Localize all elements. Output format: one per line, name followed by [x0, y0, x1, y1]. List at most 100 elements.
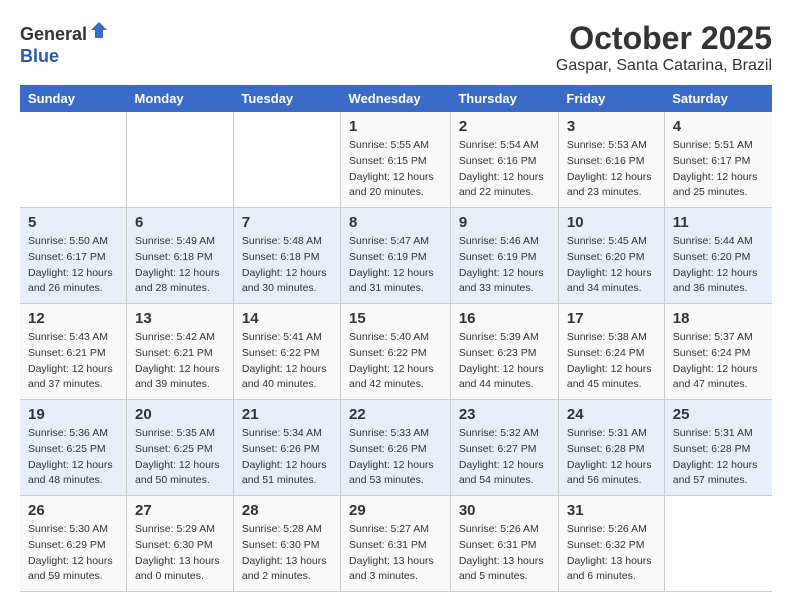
- logo-general: General: [20, 24, 87, 44]
- calendar-week-row: 1Sunrise: 5:55 AM Sunset: 6:15 PM Daylig…: [20, 112, 772, 208]
- day-number: 6: [135, 214, 225, 231]
- calendar-cell: 15Sunrise: 5:40 AM Sunset: 6:22 PM Dayli…: [341, 304, 451, 400]
- day-info: Sunrise: 5:53 AM Sunset: 6:16 PM Dayligh…: [567, 138, 656, 201]
- day-number: 16: [459, 310, 550, 327]
- day-info: Sunrise: 5:41 AM Sunset: 6:22 PM Dayligh…: [242, 330, 332, 393]
- day-info: Sunrise: 5:33 AM Sunset: 6:26 PM Dayligh…: [349, 426, 442, 489]
- day-number: 20: [135, 406, 225, 423]
- day-info: Sunrise: 5:27 AM Sunset: 6:31 PM Dayligh…: [349, 522, 442, 585]
- day-number: 31: [567, 502, 656, 519]
- day-info: Sunrise: 5:26 AM Sunset: 6:31 PM Dayligh…: [459, 522, 550, 585]
- calendar-cell: 26 Sunrise: 5:30 AM Sunset: 6:29 PM Dayli…: [20, 496, 127, 592]
- day-of-week-header: Wednesday: [341, 85, 451, 112]
- day-number: 13: [135, 310, 225, 327]
- day-info: Sunrise: 5:48 AM Sunset: 6:18 PM Dayligh…: [242, 234, 332, 297]
- day-number: 9: [459, 214, 550, 231]
- calendar-cell: 20 Sunrise: 5:35 AM Sunset: 6:25 PM Dayli…: [127, 400, 234, 496]
- day-info: Sunrise: 5:44 AM Sunset: 6:20 PM Dayligh…: [673, 234, 764, 297]
- day-number: 24: [567, 406, 656, 423]
- calendar-cell: 12Sunrise: 5:43 AM Sunset: 6:21 PM Dayli…: [20, 304, 127, 400]
- day-info: Sunrise: 5:28 AM Sunset: 6:30 PM Dayligh…: [242, 522, 332, 585]
- day-info: Sunrise: 5:38 AM Sunset: 6:24 PM Dayligh…: [567, 330, 656, 393]
- calendar-cell: 5 Sunrise: 5:50 AM Sunset: 6:17 PM Daylig…: [20, 208, 127, 304]
- day-number: 21: [242, 406, 332, 423]
- day-number: 27: [135, 502, 225, 519]
- calendar-cell: 23Sunrise: 5:32 AM Sunset: 6:27 PM Dayli…: [450, 400, 558, 496]
- day-number: 11: [673, 214, 764, 231]
- day-info: Sunrise: 5:29 AM Sunset: 6:30 PM Dayligh…: [135, 522, 225, 585]
- calendar-cell: [20, 112, 127, 208]
- day-of-week-header: Sunday: [20, 85, 127, 112]
- calendar-cell: 13 Sunrise: 5:42 AM Sunset: 6:21 PM Dayli…: [127, 304, 234, 400]
- day-info: Sunrise: 5:35 AM Sunset: 6:25 PM Dayligh…: [135, 426, 225, 489]
- day-info: Sunrise: 5:51 AM Sunset: 6:17 PM Dayligh…: [673, 138, 764, 201]
- calendar-cell: 6Sunrise: 5:49 AM Sunset: 6:18 PM Daylig…: [127, 208, 234, 304]
- day-info: Sunrise: 5:36 AM Sunset: 6:25 PM Dayligh…: [28, 426, 118, 489]
- calendar-cell: 16 Sunrise: 5:39 AM Sunset: 6:23 PM Dayli…: [450, 304, 558, 400]
- calendar-cell: [664, 496, 772, 592]
- day-info: Sunrise: 5:31 AM Sunset: 6:28 PM Dayligh…: [567, 426, 656, 489]
- day-info: Sunrise: 5:42 AM Sunset: 6:21 PM Dayligh…: [135, 330, 225, 393]
- day-info: Sunrise: 5:26 AM Sunset: 6:32 PM Dayligh…: [567, 522, 656, 585]
- location: Gaspar, Santa Catarina, Brazil: [556, 57, 772, 75]
- day-of-week-header: Thursday: [450, 85, 558, 112]
- day-number: 22: [349, 406, 442, 423]
- day-info: Sunrise: 5:54 AM Sunset: 6:16 PM Dayligh…: [459, 138, 550, 201]
- day-number: 29: [349, 502, 442, 519]
- day-number: 26: [28, 502, 118, 519]
- day-number: 23: [459, 406, 550, 423]
- day-number: 8: [349, 214, 442, 231]
- day-number: 25: [673, 406, 764, 423]
- calendar-week-row: 12Sunrise: 5:43 AM Sunset: 6:21 PM Dayli…: [20, 304, 772, 400]
- day-of-week-header: Friday: [558, 85, 664, 112]
- calendar-cell: 24 Sunrise: 5:31 AM Sunset: 6:28 PM Dayli…: [558, 400, 664, 496]
- calendar-cell: 17 Sunrise: 5:38 AM Sunset: 6:24 PM Dayli…: [558, 304, 664, 400]
- day-number: 12: [28, 310, 118, 327]
- day-number: 3: [567, 118, 656, 135]
- calendar-cell: 1Sunrise: 5:55 AM Sunset: 6:15 PM Daylig…: [341, 112, 451, 208]
- day-info: Sunrise: 5:30 AM Sunset: 6:29 PM Dayligh…: [28, 522, 118, 585]
- day-info: Sunrise: 5:34 AM Sunset: 6:26 PM Dayligh…: [242, 426, 332, 489]
- day-number: 10: [567, 214, 656, 231]
- day-info: Sunrise: 5:50 AM Sunset: 6:17 PM Dayligh…: [28, 234, 118, 297]
- calendar-cell: 3 Sunrise: 5:53 AM Sunset: 6:16 PM Daylig…: [558, 112, 664, 208]
- day-number: 17: [567, 310, 656, 327]
- day-number: 30: [459, 502, 550, 519]
- logo: General Blue: [20, 20, 109, 67]
- day-info: Sunrise: 5:55 AM Sunset: 6:15 PM Dayligh…: [349, 138, 442, 201]
- calendar-cell: 21 Sunrise: 5:34 AM Sunset: 6:26 PM Dayli…: [233, 400, 340, 496]
- calendar-cell: 31 Sunrise: 5:26 AM Sunset: 6:32 PM Dayli…: [558, 496, 664, 592]
- calendar-week-row: 26 Sunrise: 5:30 AM Sunset: 6:29 PM Dayli…: [20, 496, 772, 592]
- calendar-cell: 2 Sunrise: 5:54 AM Sunset: 6:16 PM Daylig…: [450, 112, 558, 208]
- calendar-cell: 29 Sunrise: 5:27 AM Sunset: 6:31 PM Dayli…: [341, 496, 451, 592]
- calendar-cell: 4Sunrise: 5:51 AM Sunset: 6:17 PM Daylig…: [664, 112, 772, 208]
- calendar-week-row: 19 Sunrise: 5:36 AM Sunset: 6:25 PM Dayli…: [20, 400, 772, 496]
- day-info: Sunrise: 5:39 AM Sunset: 6:23 PM Dayligh…: [459, 330, 550, 393]
- day-number: 7: [242, 214, 332, 231]
- calendar-cell: 18Sunrise: 5:37 AM Sunset: 6:24 PM Dayli…: [664, 304, 772, 400]
- day-number: 19: [28, 406, 118, 423]
- title-block: October 2025 Gaspar, Santa Catarina, Bra…: [556, 20, 772, 75]
- day-number: 2: [459, 118, 550, 135]
- logo-blue: Blue: [20, 46, 59, 66]
- day-number: 28: [242, 502, 332, 519]
- day-info: Sunrise: 5:31 AM Sunset: 6:28 PM Dayligh…: [673, 426, 764, 489]
- calendar-cell: 14Sunrise: 5:41 AM Sunset: 6:22 PM Dayli…: [233, 304, 340, 400]
- day-of-week-header: Tuesday: [233, 85, 340, 112]
- day-number: 15: [349, 310, 442, 327]
- month-title: October 2025: [556, 20, 772, 57]
- calendar-cell: [127, 112, 234, 208]
- day-info: Sunrise: 5:47 AM Sunset: 6:19 PM Dayligh…: [349, 234, 442, 297]
- calendar-cell: 8 Sunrise: 5:47 AM Sunset: 6:19 PM Daylig…: [341, 208, 451, 304]
- day-of-week-header: Saturday: [664, 85, 772, 112]
- day-number: 5: [28, 214, 118, 231]
- calendar-week-row: 5 Sunrise: 5:50 AM Sunset: 6:17 PM Daylig…: [20, 208, 772, 304]
- day-info: Sunrise: 5:46 AM Sunset: 6:19 PM Dayligh…: [459, 234, 550, 297]
- calendar-cell: 30 Sunrise: 5:26 AM Sunset: 6:31 PM Dayli…: [450, 496, 558, 592]
- calendar-cell: 7 Sunrise: 5:48 AM Sunset: 6:18 PM Daylig…: [233, 208, 340, 304]
- calendar-cell: 19 Sunrise: 5:36 AM Sunset: 6:25 PM Dayli…: [20, 400, 127, 496]
- page-header: General Blue October 2025 Gaspar, Santa …: [20, 20, 772, 75]
- calendar-cell: [233, 112, 340, 208]
- calendar-cell: 10Sunrise: 5:45 AM Sunset: 6:20 PM Dayli…: [558, 208, 664, 304]
- calendar-header-row: SundayMondayTuesdayWednesdayThursdayFrid…: [20, 85, 772, 112]
